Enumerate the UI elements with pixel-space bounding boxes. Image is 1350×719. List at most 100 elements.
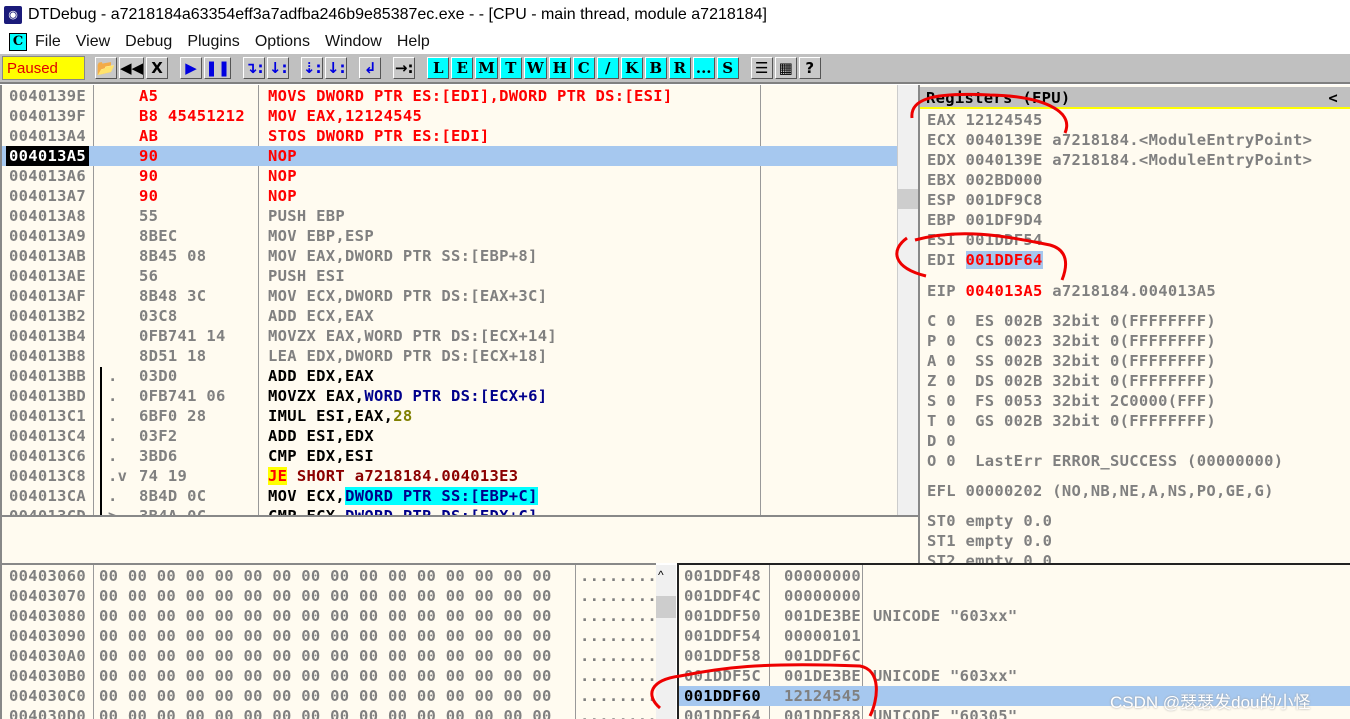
register-ebx[interactable]: EBX 002BD000 bbox=[927, 170, 1043, 190]
register-edx[interactable]: EDX 0040139E a7218184.<ModuleEntryPoint> bbox=[927, 150, 1312, 170]
menu-help[interactable]: Help bbox=[397, 33, 430, 51]
register-eax[interactable]: EAX 12124545 bbox=[927, 110, 1043, 130]
stack-row[interactable]: 001DDF5C 001DE3BE UNICODE "603xx" bbox=[679, 666, 1350, 686]
list-icon[interactable]: ☰ bbox=[750, 57, 773, 79]
disasm-row[interactable]: 004013B8 8D51 18 LEA EDX,DWORD PTR DS:[ECX… bbox=[2, 346, 897, 366]
collapse-icon[interactable]: < bbox=[1328, 87, 1338, 109]
disasm-row[interactable]: 004013AE 56 PUSH ESI bbox=[2, 266, 897, 286]
register-value[interactable]: 001DDF54 bbox=[966, 231, 1043, 249]
disasm-row[interactable]: 004013C8 .v 74 19 JE SHORT a7218184.004013E… bbox=[2, 466, 897, 486]
log-window-button[interactable]: L bbox=[427, 57, 450, 79]
dump-scrollbar[interactable]: ^ bbox=[656, 565, 676, 719]
flag-row[interactable]: C 0 ES 002B 32bit 0(FFFFFFFF) bbox=[927, 311, 1216, 331]
threads-window-button[interactable]: T bbox=[499, 57, 522, 79]
restart-icon[interactable]: ◀◀ bbox=[119, 57, 145, 79]
disasm-row[interactable]: 004013CD >3B4A 0C CMP ECX,DWORD PTR DS:[ED… bbox=[2, 506, 897, 515]
patches-window-button[interactable]: / bbox=[596, 57, 619, 79]
register-value[interactable]: 0040139E bbox=[966, 131, 1043, 149]
register-value[interactable]: 001DF9D4 bbox=[966, 211, 1043, 229]
menu-plugins[interactable]: Plugins bbox=[187, 33, 239, 51]
register-value[interactable]: 001DF9C8 bbox=[966, 191, 1043, 209]
close-icon[interactable]: X bbox=[146, 57, 169, 79]
disassembly-scrollbar[interactable] bbox=[897, 85, 918, 515]
flag-row[interactable]: P 0 CS 0023 32bit 0(FFFFFFFF) bbox=[927, 331, 1216, 351]
step-into-icon[interactable]: ↴: bbox=[243, 57, 266, 79]
modules-window-button[interactable]: E bbox=[451, 57, 474, 79]
flag-row[interactable]: S 0 FS 0053 32bit 2C0000(FFF) bbox=[927, 391, 1216, 411]
disasm-row[interactable]: 004013A5 90 NOP bbox=[2, 146, 897, 166]
goto-icon[interactable]: →: bbox=[393, 57, 416, 79]
disassembly-pane[interactable]: 0040139E A5 MOVS DWORD PTR ES:[EDI],DWORD … bbox=[0, 85, 897, 515]
scroll-thumb[interactable] bbox=[656, 596, 676, 618]
references-window-button[interactable]: R bbox=[668, 57, 691, 79]
callstack-window-button[interactable]: K bbox=[620, 57, 643, 79]
disasm-row[interactable]: 004013A8 55 PUSH EBP bbox=[2, 206, 897, 226]
disasm-row[interactable]: 004013C4. 03F2 ADD ESI,EDX bbox=[2, 426, 897, 446]
pause-icon[interactable]: ❚❚ bbox=[204, 57, 232, 79]
menu-debug[interactable]: Debug bbox=[125, 33, 172, 51]
register-edi[interactable]: EDI 001DDF64 bbox=[927, 250, 1043, 270]
disasm-row[interactable]: 004013B4 0FB741 14 MOVZX EAX,WORD PTR DS:[… bbox=[2, 326, 897, 346]
registers-pane[interactable]: Registers (FPU) < EAX 12124545 ECX 004013… bbox=[918, 85, 1350, 563]
source-window-button[interactable]: S bbox=[716, 57, 739, 79]
flag-row[interactable]: O 0 LastErr ERROR_SUCCESS (00000000) bbox=[927, 451, 1283, 471]
disasm-row[interactable]: 004013CA. 8B4D 0C MOV ECX,DWORD PTR SS:[EB… bbox=[2, 486, 897, 506]
register-value[interactable]: 001DDF64 bbox=[965, 251, 1043, 269]
dump-row[interactable]: 004030A0 00 00 00 00 00 00 00 00 00 00 00… bbox=[2, 646, 656, 666]
windows-window-button[interactable]: W bbox=[523, 57, 547, 79]
execute-till-return-icon[interactable]: ↲ bbox=[359, 57, 382, 79]
dump-row[interactable]: 00403060 00 00 00 00 00 00 00 00 00 00 00… bbox=[2, 566, 656, 586]
flag-row[interactable]: T 0 GS 002B 32bit 0(FFFFFFFF) bbox=[927, 411, 1216, 431]
disasm-row[interactable]: 004013AB 8B45 08 MOV EAX,DWORD PTR SS:[EBP… bbox=[2, 246, 897, 266]
register-eip[interactable]: EIP 004013A5 a7218184.004013A5 bbox=[927, 281, 1216, 301]
scroll-thumb[interactable] bbox=[898, 189, 918, 209]
dump-row[interactable]: 004030C0 00 00 00 00 00 00 00 00 00 00 00… bbox=[2, 686, 656, 706]
register-ecx[interactable]: ECX 0040139E a7218184.<ModuleEntryPoint> bbox=[927, 130, 1312, 150]
stack-row[interactable]: 001DDF50 001DE3BE UNICODE "603xx" bbox=[679, 606, 1350, 626]
disasm-row[interactable]: 004013A9 8BEC MOV EBP,ESP bbox=[2, 226, 897, 246]
stack-row[interactable]: 001DDF48 00000000 bbox=[679, 566, 1350, 586]
flag-row[interactable]: Z 0 DS 002B 32bit 0(FFFFFFFF) bbox=[927, 371, 1216, 391]
eflags-row[interactable]: EFL 00000202 (NO,NB,NE,A,NS,PO,GE,G) bbox=[927, 481, 1274, 501]
help-icon[interactable]: ? bbox=[798, 57, 821, 79]
disasm-row[interactable]: 004013A6 90 NOP bbox=[2, 166, 897, 186]
disasm-row[interactable]: 0040139F B8 45451212 MOV EAX,12124545 bbox=[2, 106, 897, 126]
fpu-register[interactable]: ST1 empty 0.0 bbox=[927, 531, 1052, 551]
menu-view[interactable]: View bbox=[76, 33, 110, 51]
disasm-row[interactable]: 0040139E A5 MOVS DWORD PTR ES:[EDI],DWORD … bbox=[2, 86, 897, 106]
disasm-row[interactable]: 004013C6. 3BD6 CMP EDX,ESI bbox=[2, 446, 897, 466]
register-value[interactable]: 002BD000 bbox=[966, 171, 1043, 189]
scroll-up-icon[interactable]: ^ bbox=[658, 568, 664, 582]
colors-icon[interactable]: ▦ bbox=[774, 57, 797, 79]
open-icon[interactable]: 📂 bbox=[95, 57, 117, 79]
disasm-row[interactable]: 004013A4 AB STOS DWORD PTR ES:[EDI] bbox=[2, 126, 897, 146]
dump-row[interactable]: 00403080 00 00 00 00 00 00 00 00 00 00 00… bbox=[2, 606, 656, 626]
register-ebp[interactable]: EBP 001DF9D4 bbox=[927, 210, 1043, 230]
disasm-row[interactable]: 004013BD. 0FB741 06 MOVZX EAX,WORD PTR DS:… bbox=[2, 386, 897, 406]
disasm-row[interactable]: 004013A7 90 NOP bbox=[2, 186, 897, 206]
memory-window-button[interactable]: M bbox=[475, 57, 498, 79]
dump-row[interactable]: 004030D0 00 00 00 00 00 00 00 00 00 00 00… bbox=[2, 706, 656, 719]
memory-dump-pane[interactable]: 00403060 00 00 00 00 00 00 00 00 00 00 00… bbox=[0, 563, 656, 719]
disasm-row[interactable]: 004013AF 8B48 3C MOV ECX,DWORD PTR DS:[EAX… bbox=[2, 286, 897, 306]
dump-row[interactable]: 00403090 00 00 00 00 00 00 00 00 00 00 00… bbox=[2, 626, 656, 646]
handles-window-button[interactable]: H bbox=[548, 57, 571, 79]
trace-over-icon[interactable]: ↓: bbox=[325, 57, 348, 79]
fpu-register[interactable]: ST0 empty 0.0 bbox=[927, 511, 1052, 531]
registers-header[interactable]: Registers (FPU) < bbox=[920, 87, 1350, 109]
register-value[interactable]: 004013A5 bbox=[966, 282, 1043, 300]
fpu-register[interactable]: ST2 empty 0.0 bbox=[927, 551, 1052, 563]
menu-file[interactable]: File bbox=[35, 33, 61, 51]
disasm-row[interactable]: 004013C1. 6BF0 28 IMUL ESI,EAX,28 bbox=[2, 406, 897, 426]
dump-row[interactable]: 00403070 00 00 00 00 00 00 00 00 00 00 00… bbox=[2, 586, 656, 606]
menu-window[interactable]: Window bbox=[325, 33, 382, 51]
trace-into-icon[interactable]: ⇣: bbox=[301, 57, 324, 79]
disasm-row[interactable]: 004013B2 03C8 ADD ECX,EAX bbox=[2, 306, 897, 326]
register-value[interactable]: 12124545 bbox=[966, 111, 1043, 129]
register-value[interactable]: 0040139E bbox=[966, 151, 1043, 169]
flag-row[interactable]: D 0 bbox=[927, 431, 956, 451]
disasm-row[interactable]: 004013BB. 03D0 ADD EDX,EAX bbox=[2, 366, 897, 386]
runtrace-window-button[interactable]: ... bbox=[692, 57, 715, 79]
stack-row[interactable]: 001DDF54 00000101 bbox=[679, 626, 1350, 646]
run-icon[interactable]: ▶ bbox=[180, 57, 203, 79]
